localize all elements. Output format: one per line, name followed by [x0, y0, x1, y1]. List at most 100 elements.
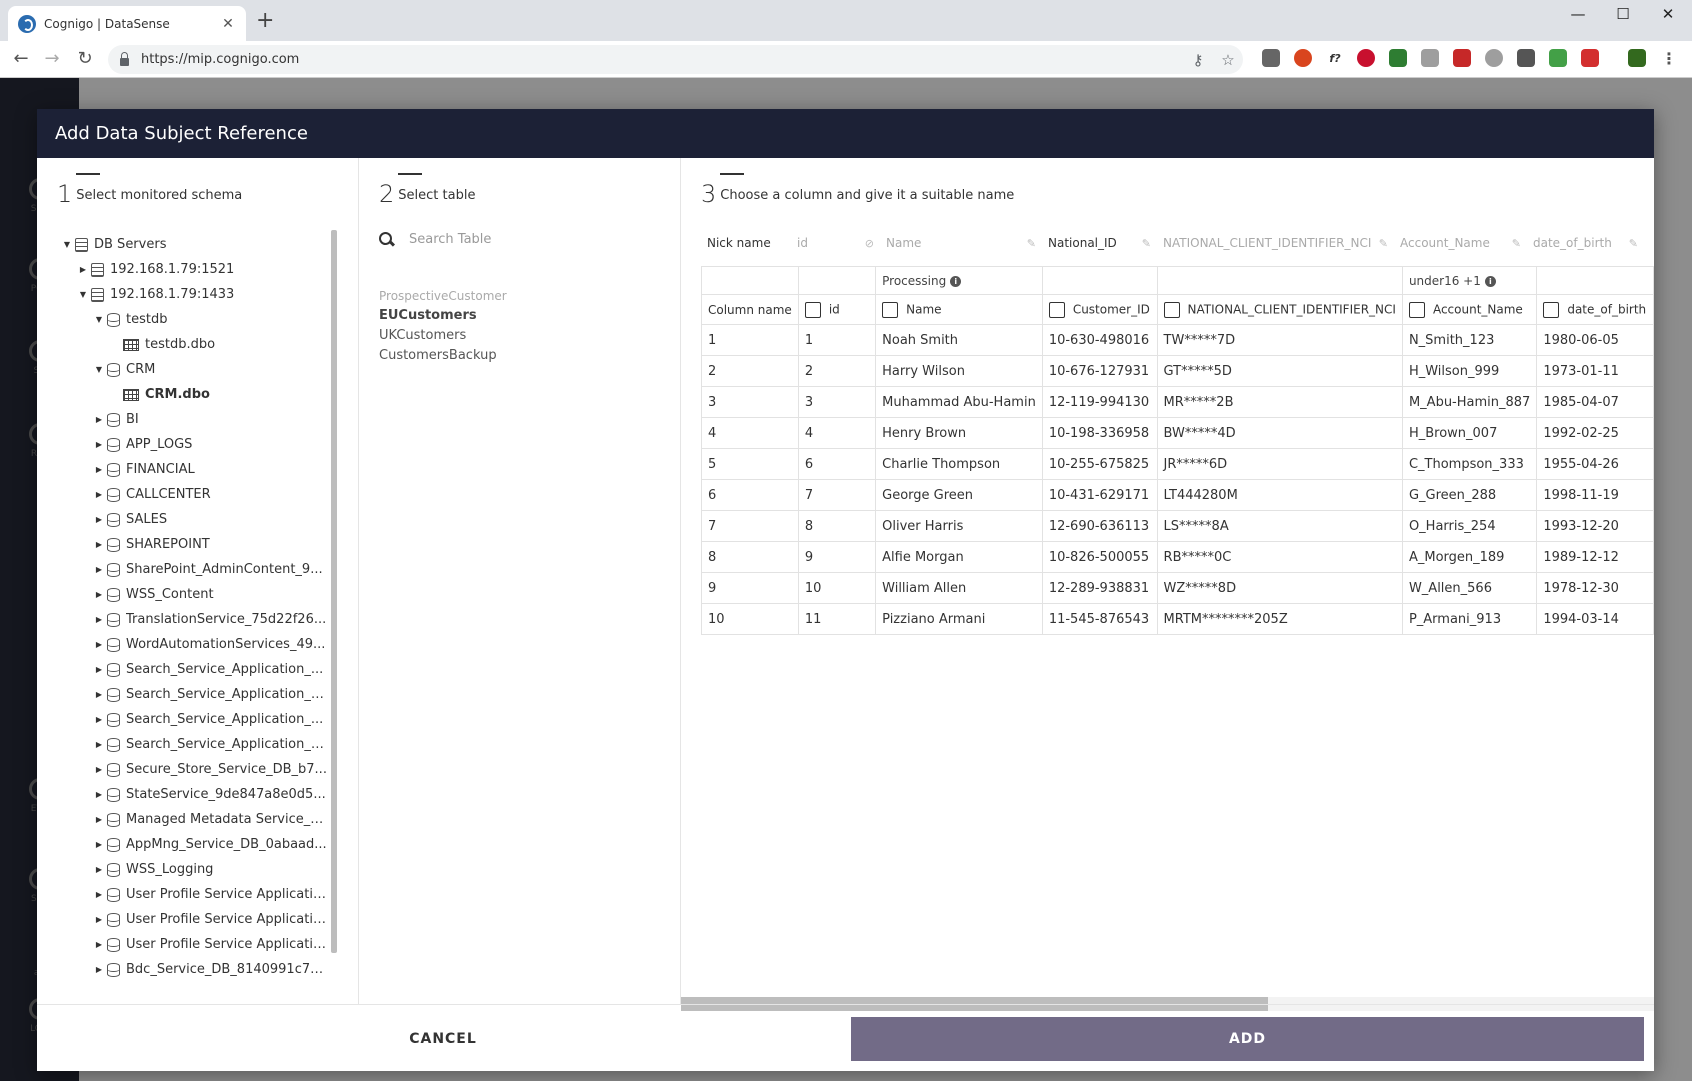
expand-right-icon[interactable]: ▶	[91, 715, 107, 724]
extension-icon[interactable]	[1628, 49, 1646, 67]
tree-node[interactable]: ▶ WSS_Content	[59, 582, 329, 607]
nickname-field[interactable]: National_ID ✎	[1042, 228, 1157, 258]
column-checkbox[interactable]	[1163, 301, 1180, 318]
tree-node[interactable]: testdb.dbo	[59, 332, 329, 357]
expand-down-icon[interactable]: ▼	[91, 365, 107, 374]
expand-right-icon[interactable]: ▶	[91, 640, 107, 649]
extension-icon[interactable]	[1549, 49, 1567, 67]
pencil-icon[interactable]: ✎	[1027, 237, 1036, 250]
expand-right-icon[interactable]: ▶	[91, 865, 107, 874]
expand-right-icon[interactable]: ▶	[91, 790, 107, 799]
nickname-field[interactable]: NATIONAL_CLIENT_IDENTIFIER_NCI ✎	[1157, 228, 1394, 258]
tree-node[interactable]: ▶ User Profile Service Applicatio...	[59, 907, 329, 932]
star-icon[interactable]: ☆	[1213, 51, 1243, 69]
table-list-item[interactable]: UKCustomers	[379, 326, 507, 346]
expand-right-icon[interactable]: ▶	[75, 265, 91, 274]
table-list-item[interactable]: CustomersBackup	[379, 346, 507, 366]
key-icon[interactable]: ⚷	[1183, 51, 1213, 69]
expand-right-icon[interactable]: ▶	[91, 565, 107, 574]
info-icon[interactable]: i	[950, 275, 962, 287]
expand-down-icon[interactable]: ▼	[59, 240, 75, 249]
tree-node[interactable]: ▶ TranslationService_75d22f26...	[59, 607, 329, 632]
tree-node[interactable]: ▶ SHAREPOINT	[59, 532, 329, 557]
tree-node[interactable]: CRM.dbo	[59, 382, 329, 407]
expand-right-icon[interactable]: ▶	[91, 915, 107, 924]
menu-icon[interactable]: ⋮	[1660, 49, 1678, 68]
table-list-item[interactable]: EUCustomers	[379, 306, 507, 326]
extension-icon[interactable]	[1389, 49, 1407, 67]
nickname-field[interactable]: date_of_birth ✎	[1527, 228, 1644, 258]
forward-icon[interactable]: →	[41, 48, 63, 70]
tree-node[interactable]: ▼ DB Servers	[59, 232, 329, 257]
tree-node[interactable]: ▶ Search_Service_Application_...	[59, 657, 329, 682]
camera-icon[interactable]	[1421, 49, 1439, 67]
expand-right-icon[interactable]: ▶	[91, 840, 107, 849]
tree-node[interactable]: ▶ CALLCENTER	[59, 482, 329, 507]
pencil-icon[interactable]: ✎	[1629, 237, 1638, 250]
column-checkbox[interactable]	[1408, 301, 1425, 318]
expand-right-icon[interactable]: ▶	[91, 765, 107, 774]
tree-node[interactable]: ▼ testdb	[59, 307, 329, 332]
expand-right-icon[interactable]: ▶	[91, 965, 107, 974]
nickname-field[interactable]: Account_Name ✎	[1394, 228, 1527, 258]
tree-node[interactable]: ▶ Secure_Store_Service_DB_b7...	[59, 757, 329, 782]
add-button[interactable]: ADD	[851, 1017, 1644, 1061]
download-icon[interactable]	[1485, 49, 1503, 67]
column-checkbox[interactable]	[882, 301, 899, 318]
search-table-input[interactable]	[409, 231, 629, 247]
tree-node[interactable]: ▶ AppMng_Service_DB_0abaad...	[59, 832, 329, 857]
address-bar[interactable]: https://mip.cognigo.com ⚷ ☆	[108, 45, 1243, 74]
expand-right-icon[interactable]: ▶	[91, 665, 107, 674]
expand-right-icon[interactable]: ▶	[91, 740, 107, 749]
tree-node[interactable]: ▶ WordAutomationServices_49...	[59, 632, 329, 657]
browser-tab[interactable]: Cognigo | DataSense ✕	[8, 6, 246, 41]
expand-right-icon[interactable]: ▶	[91, 490, 107, 499]
extension-icon[interactable]	[1581, 49, 1599, 67]
expand-right-icon[interactable]: ▶	[91, 690, 107, 699]
tab-close-icon[interactable]: ✕	[220, 16, 236, 32]
expand-right-icon[interactable]: ▶	[91, 415, 107, 424]
expand-right-icon[interactable]: ▶	[91, 615, 107, 624]
tree-node[interactable]: ▶ Search_Service_Application_...	[59, 707, 329, 732]
tree-node[interactable]: ▶ BI	[59, 407, 329, 432]
tree-node[interactable]: ▶ User Profile Service Applicatio...	[59, 882, 329, 907]
pencil-icon[interactable]: ✎	[1142, 237, 1151, 250]
new-tab-icon[interactable]: +	[256, 10, 274, 32]
minimize-icon[interactable]: —	[1555, 0, 1601, 28]
column-checkbox[interactable]	[804, 301, 821, 318]
reload-icon[interactable]: ↻	[74, 48, 96, 70]
extension-icon[interactable]	[1294, 49, 1312, 67]
pencil-icon[interactable]: ✎	[1379, 237, 1388, 250]
tree-node[interactable]: ▶ User Profile Service Applicatio...	[59, 932, 329, 957]
tree-node[interactable]: ▶ Managed Metadata Service_1...	[59, 807, 329, 832]
table-list-item[interactable]: ProspectiveCustomer	[379, 286, 507, 306]
expand-right-icon[interactable]: ▶	[91, 440, 107, 449]
tree-node[interactable]: ▶ WSS_Logging	[59, 857, 329, 882]
tree-node[interactable]: ▼ 192.168.1.79:1433	[59, 282, 329, 307]
nickname-field[interactable]: id ⊘	[791, 228, 880, 258]
tree-scrollbar[interactable]	[331, 230, 337, 953]
tree-node[interactable]: ▶ Bdc_Service_DB_8140991c7e...	[59, 957, 329, 982]
extension-icon[interactable]: f?	[1326, 49, 1344, 67]
close-window-icon[interactable]: ✕	[1645, 0, 1691, 28]
expand-right-icon[interactable]: ▶	[91, 465, 107, 474]
pencil-icon[interactable]: ✎	[1512, 237, 1521, 250]
expand-right-icon[interactable]: ▶	[91, 540, 107, 549]
expand-right-icon[interactable]: ▶	[91, 890, 107, 899]
tree-node[interactable]: ▶ SALES	[59, 507, 329, 532]
cancel-button[interactable]: CANCEL	[37, 1005, 849, 1072]
column-checkbox[interactable]	[1048, 301, 1065, 318]
expand-right-icon[interactable]: ▶	[91, 590, 107, 599]
extension-icon[interactable]	[1453, 49, 1471, 67]
column-checkbox[interactable]	[1543, 301, 1560, 318]
tree-node[interactable]: ▶ Search_Service_Application_L...	[59, 732, 329, 757]
maximize-icon[interactable]: ☐	[1600, 0, 1646, 28]
tree-node[interactable]: ▶ Search_Service_Application_C...	[59, 682, 329, 707]
tree-node[interactable]: ▶ StateService_9de847a8e0d5...	[59, 782, 329, 807]
extension-icon[interactable]	[1517, 49, 1535, 67]
expand-right-icon[interactable]: ▶	[91, 940, 107, 949]
pinterest-icon[interactable]	[1357, 49, 1375, 67]
back-icon[interactable]: ←	[10, 48, 32, 70]
expand-right-icon[interactable]: ▶	[91, 515, 107, 524]
expand-right-icon[interactable]: ▶	[91, 815, 107, 824]
